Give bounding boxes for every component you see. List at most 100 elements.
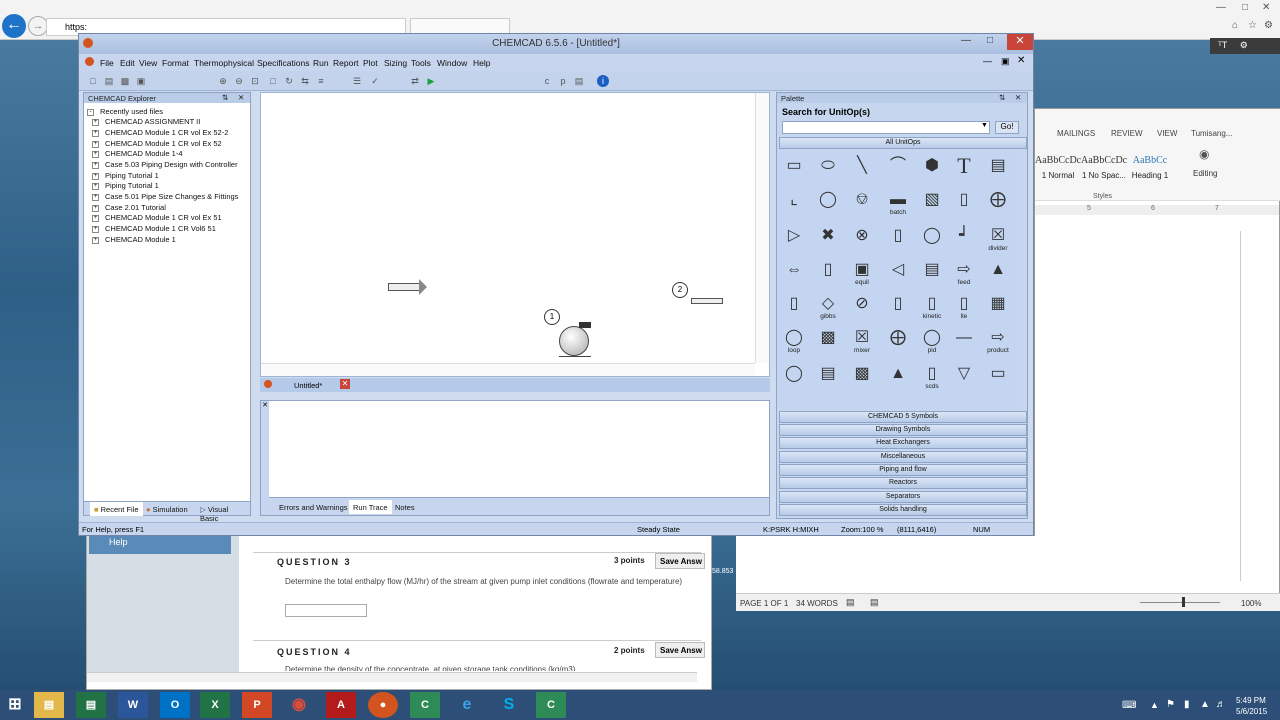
scds-icon[interactable]: ▲ bbox=[885, 361, 911, 387]
close-tab-icon[interactable]: ✕ bbox=[340, 379, 350, 389]
expand-icon[interactable]: + bbox=[92, 214, 99, 222]
minimize-icon[interactable]: — bbox=[1216, 2, 1226, 13]
go-button[interactable]: Go! bbox=[995, 121, 1019, 134]
tree-item[interactable]: + CHEMCAD Module 1 CR vol Ex 52 bbox=[92, 139, 222, 148]
all-unitops-header[interactable]: All UnitOps bbox=[779, 137, 1027, 149]
ie-icon[interactable]: e bbox=[452, 692, 482, 718]
tab-notes[interactable]: Notes bbox=[391, 500, 419, 514]
menu-plot[interactable]: Plot bbox=[363, 58, 378, 68]
keyboard-icon[interactable]: ⌨ bbox=[1122, 700, 1136, 711]
chrome-icon[interactable]: ◉ bbox=[284, 692, 314, 718]
explorer-icon[interactable]: ▤ bbox=[34, 692, 64, 718]
menu-help[interactable]: Help bbox=[473, 58, 490, 68]
cstr-icon[interactable]: ◯ bbox=[919, 223, 945, 249]
mdi-close-icon[interactable]: ✕ bbox=[1017, 55, 1025, 66]
save-icon[interactable]: ▩ bbox=[119, 75, 131, 87]
fired-heater-icon[interactable]: ▲ bbox=[985, 257, 1011, 283]
editing-button[interactable]: Editing bbox=[1193, 169, 1217, 178]
calc-icon[interactable]: ▤ bbox=[76, 692, 106, 718]
run-icon[interactable]: ▶ bbox=[425, 75, 437, 87]
open-icon[interactable]: ▤ bbox=[103, 75, 115, 87]
expand-icon[interactable]: + bbox=[92, 150, 99, 158]
horizontal-scrollbar[interactable] bbox=[261, 363, 755, 376]
close-icon[interactable]: ✕ bbox=[238, 93, 244, 102]
pump-palette-icon[interactable]: ⊘ bbox=[849, 291, 875, 317]
minimize-icon[interactable]: — bbox=[961, 35, 971, 46]
stream-label-1[interactable]: 1 bbox=[544, 309, 560, 325]
expand-icon[interactable]: + bbox=[92, 204, 99, 212]
palette-scrollbar[interactable] bbox=[1019, 151, 1029, 409]
expand-icon[interactable]: + bbox=[92, 193, 99, 201]
chart-icon[interactable]: ▤ bbox=[573, 75, 585, 87]
category-chemcad5[interactable]: CHEMCAD 5 Symbols bbox=[779, 411, 1027, 423]
curve-icon[interactable]: ⌒ bbox=[885, 153, 911, 179]
network-icon[interactable]: ▲ bbox=[1200, 699, 1210, 710]
menu-window[interactable]: Window bbox=[437, 58, 467, 68]
run-all-icon[interactable]: ⇄ bbox=[409, 75, 421, 87]
stream-icon[interactable]: ⌞ bbox=[781, 187, 807, 213]
style-normal[interactable]: AaBbCcDc 1 Normal bbox=[1035, 155, 1081, 180]
text-icon[interactable]: T bbox=[951, 153, 977, 179]
tree-item[interactable]: + Case 5.03 Piping Design with Controller bbox=[92, 160, 238, 169]
menu-specifications[interactable]: Specifications bbox=[257, 58, 309, 68]
word-user[interactable]: Tumisang... bbox=[1191, 129, 1233, 138]
cyclone-icon[interactable]: ▽ bbox=[951, 361, 977, 387]
tab-simulation[interactable]: ● Simulation bbox=[142, 502, 192, 516]
controller-icon[interactable]: ▩ bbox=[815, 325, 841, 351]
help-button[interactable]: Help bbox=[89, 534, 231, 554]
flip-icon[interactable]: ⇆ bbox=[299, 75, 311, 87]
expand-icon[interactable]: + bbox=[92, 118, 99, 126]
polygon-icon[interactable]: ⬢ bbox=[919, 153, 945, 179]
tab-view[interactable]: VIEW bbox=[1157, 129, 1177, 138]
close-icon[interactable]: ✕ bbox=[1007, 34, 1033, 50]
rectangle-icon[interactable]: ▭ bbox=[781, 153, 807, 179]
expander-icon[interactable]: ◁ bbox=[885, 257, 911, 283]
expand-icon[interactable]: + bbox=[92, 140, 99, 148]
expand-icon[interactable]: + bbox=[92, 182, 99, 190]
clock-time[interactable]: 5:49 PM bbox=[1236, 696, 1266, 705]
flowsheet-canvas[interactable]: 1 2 bbox=[260, 92, 770, 377]
maximize-icon[interactable]: □ bbox=[987, 35, 993, 46]
star-icon[interactable]: ☆ bbox=[1248, 20, 1257, 31]
node-icon[interactable]: ⨁ bbox=[885, 325, 911, 351]
category-drawing[interactable]: Drawing Symbols bbox=[779, 424, 1027, 436]
heat-exchanger-icon[interactable]: ⊗ bbox=[849, 223, 875, 249]
ellipse-icon[interactable]: ⬭ bbox=[815, 153, 841, 179]
pump-icon[interactable] bbox=[559, 326, 589, 356]
tab-mailings[interactable]: MAILINGS bbox=[1057, 129, 1095, 138]
category-solids[interactable]: Solids handling bbox=[779, 504, 1027, 516]
save-answer-button[interactable]: Save Answ bbox=[655, 642, 705, 658]
menu-edit[interactable]: Edit bbox=[120, 58, 135, 68]
menu-file[interactable]: File bbox=[100, 58, 114, 68]
product-arrow[interactable] bbox=[691, 298, 723, 304]
info-icon[interactable]: i bbox=[597, 75, 609, 87]
chemcad-taskbar-icon[interactable]: ● bbox=[368, 692, 398, 718]
tree-item[interactable]: + CHEMCAD Module 1 CR vol Ex 51 bbox=[92, 213, 222, 222]
stream-label-2[interactable]: 2 bbox=[672, 282, 688, 298]
close-icon[interactable]: ✕ bbox=[1015, 93, 1021, 102]
text-size-icon[interactable]: ᵀT bbox=[1218, 40, 1227, 50]
column-icon[interactable]: ▧ bbox=[919, 187, 945, 213]
thermo-icon[interactable]: ✓ bbox=[369, 75, 381, 87]
outlook-icon[interactable]: O bbox=[160, 692, 190, 718]
tree-item[interactable]: + CHEMCAD Module 1 CR Vol6 51 bbox=[92, 224, 216, 233]
tree-item[interactable]: + CHEMCAD ASSIGNMENT II bbox=[92, 117, 200, 126]
tree-item[interactable]: + CHEMCAD Module 1 CR vol Ex 52-2 bbox=[92, 128, 228, 137]
settings-icon[interactable]: ⚙ bbox=[1240, 40, 1248, 50]
style-no-spacing[interactable]: AaBbCcDc 1 No Spac... bbox=[1081, 155, 1127, 180]
category-miscellaneous[interactable]: Miscellaneous bbox=[779, 451, 1027, 463]
tab-visual-basic[interactable]: ▷ Visual Basic bbox=[196, 502, 250, 523]
mdi-minimize-icon[interactable]: — bbox=[983, 56, 992, 66]
layout-icon[interactable]: ▤ bbox=[870, 597, 879, 608]
pipe-icon[interactable]: ⇔ bbox=[781, 257, 807, 283]
extractor-icon[interactable]: ▯ bbox=[781, 291, 807, 317]
feed-arrow[interactable] bbox=[388, 283, 420, 291]
tree-item[interactable]: + Case 5.01 Pipe Size Changes & Fittings bbox=[92, 192, 238, 201]
volume-icon[interactable]: ♬ bbox=[1216, 699, 1226, 710]
powerpoint-icon[interactable]: P bbox=[242, 692, 272, 718]
pump-symbol-icon[interactable]: ◯ bbox=[781, 361, 807, 387]
line-stream-icon[interactable]: — bbox=[951, 325, 977, 351]
maximize-icon[interactable]: □ bbox=[1242, 2, 1248, 13]
reactor-icon[interactable]: ▯ bbox=[885, 223, 911, 249]
collapse-icon[interactable]: - bbox=[87, 108, 94, 116]
